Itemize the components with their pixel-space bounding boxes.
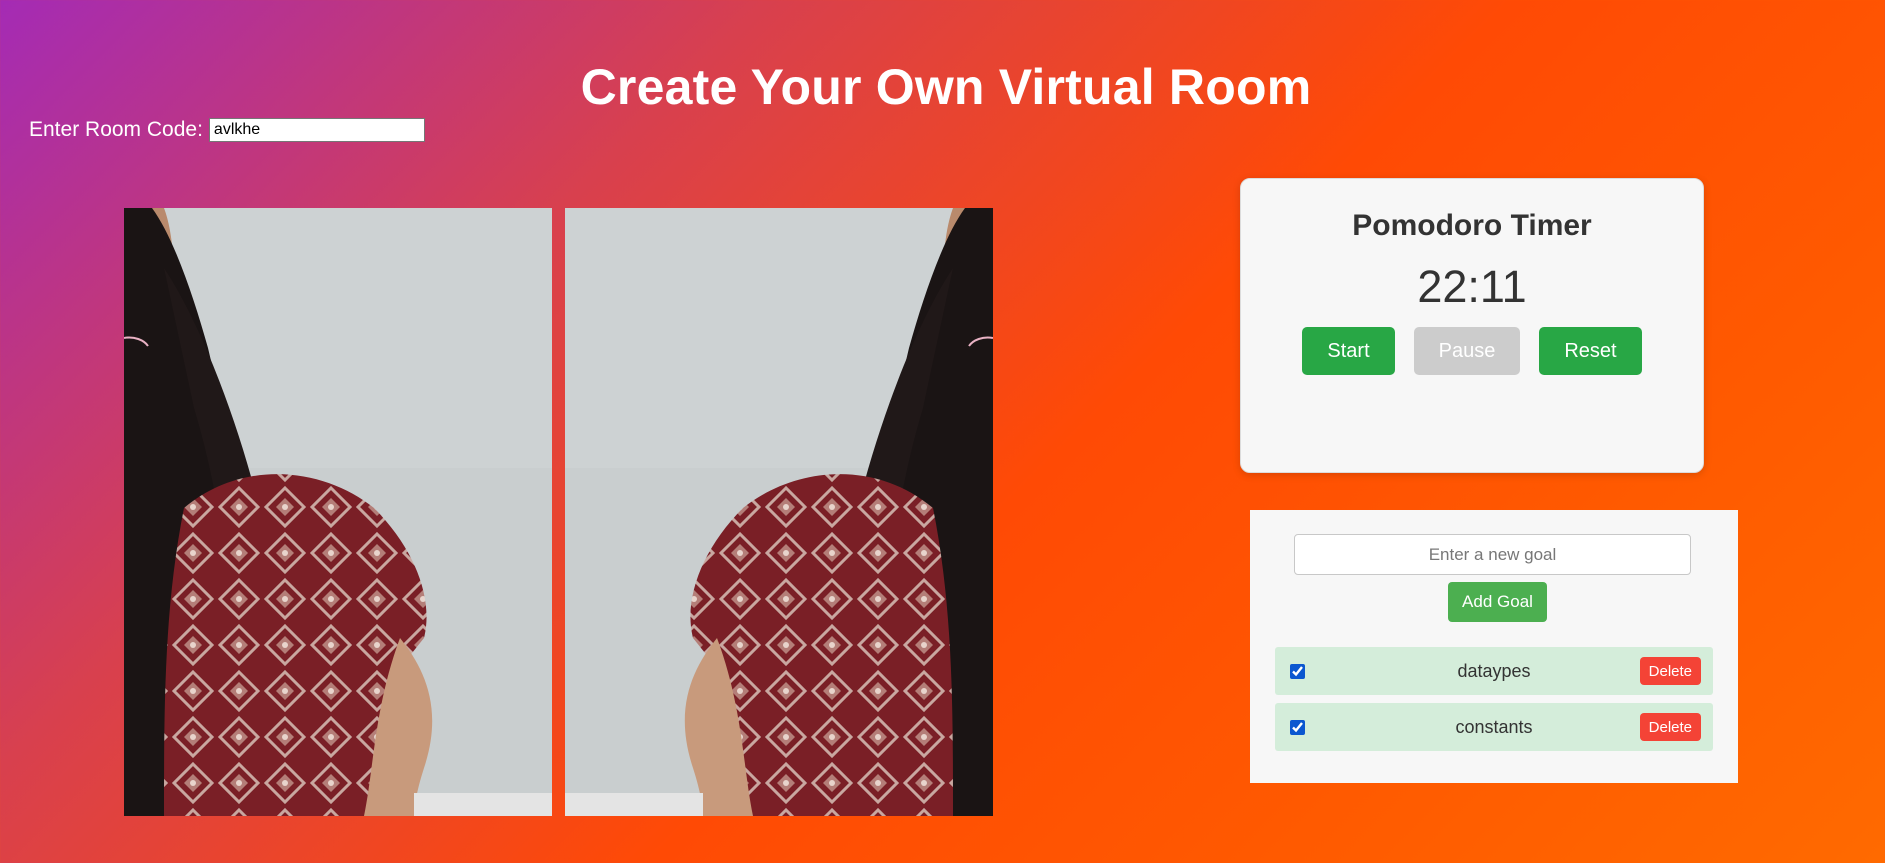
- page-title: Create Your Own Virtual Room: [580, 59, 1312, 115]
- new-goal-input[interactable]: [1294, 534, 1691, 575]
- room-code-row: Enter Room Code:: [29, 118, 425, 142]
- delete-goal-button[interactable]: Delete: [1639, 713, 1701, 741]
- goal-checkbox[interactable]: [1290, 719, 1305, 735]
- goal-item: dataypes Delete: [1275, 647, 1713, 695]
- room-code-label: Enter Room Code:: [29, 118, 203, 141]
- start-button[interactable]: Start: [1302, 327, 1395, 375]
- add-goal-button[interactable]: Add Goal: [1448, 582, 1547, 622]
- timer-display: 22:11: [1417, 261, 1527, 312]
- reset-button[interactable]: Reset: [1539, 327, 1642, 375]
- pomodoro-timer-card: Pomodoro Timer 22:11 Start Pause Reset: [1240, 178, 1704, 473]
- goal-item: constants Delete: [1275, 703, 1713, 751]
- remote-video-feed: [565, 208, 993, 816]
- goal-checkbox[interactable]: [1290, 663, 1305, 679]
- delete-goal-button[interactable]: Delete: [1639, 657, 1701, 685]
- timer-title: Pomodoro Timer: [1352, 209, 1592, 242]
- local-video-feed: [124, 208, 552, 816]
- timer-controls: Start Pause Reset: [1241, 327, 1703, 375]
- pause-button[interactable]: Pause: [1413, 327, 1521, 375]
- goals-card: Add Goal dataypes Delete constants Delet…: [1250, 510, 1738, 783]
- goal-list: dataypes Delete constants Delete: [1275, 647, 1713, 759]
- room-code-input[interactable]: [208, 118, 425, 142]
